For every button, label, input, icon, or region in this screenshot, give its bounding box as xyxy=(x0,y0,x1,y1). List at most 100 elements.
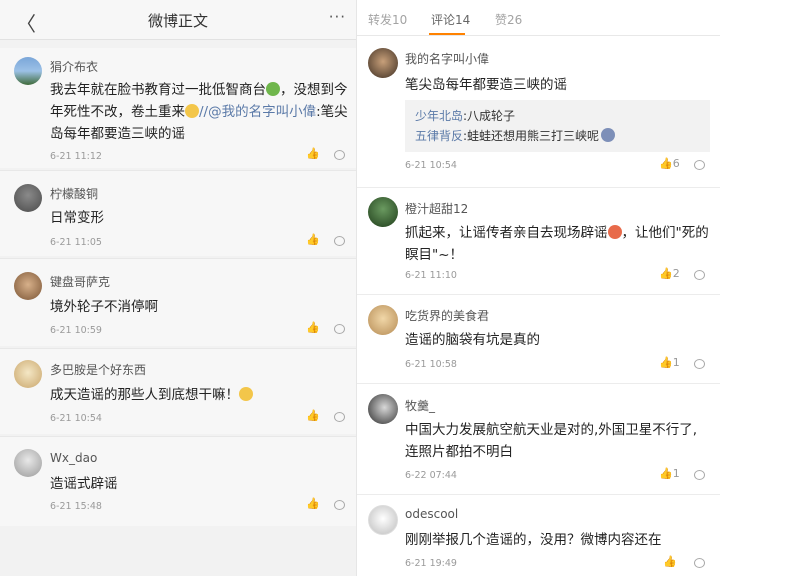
comment-timestamp: 6-21 11:05 xyxy=(50,237,102,248)
tab-comments[interactable]: 评论14 xyxy=(431,11,470,28)
reply-username[interactable]: 五律背反 xyxy=(415,129,463,143)
comment-timestamp: 6-21 15:48 xyxy=(50,501,102,512)
comment-text: 日常变形 xyxy=(50,210,104,226)
like-count: 2 xyxy=(672,267,680,280)
comment-username[interactable]: 狷介布衣 xyxy=(50,58,98,75)
user-avatar[interactable] xyxy=(14,272,42,300)
user-avatar[interactable] xyxy=(14,184,42,212)
comment-username[interactable]: 柠檬酸铜 xyxy=(50,185,98,202)
comment-timestamp: 6-21 10:59 xyxy=(50,325,102,336)
comment-item[interactable]: 我的名字叫小偉 笔尖岛每年都要造三峡的谣 少年北岛:八成轮子 五律背反:蛙蛙还想… xyxy=(357,38,720,186)
comment-item[interactable]: 狷介布衣 我去年就在脸书教育过一批低智商台 ，没想到今年死性不改，卷土重来//@我… xyxy=(0,48,356,168)
comment-bubble-icon[interactable] xyxy=(694,470,705,480)
comment-text: 中国大力发展航空航天业是对的,外国卫星不行了,连照片都拍不明白 xyxy=(405,422,698,460)
comment-bubble-icon[interactable] xyxy=(334,500,345,510)
comment-text: 境外轮子不消停啊 xyxy=(50,299,158,315)
comment-username[interactable]: 橙汁超甜12 xyxy=(405,200,468,217)
user-avatar[interactable] xyxy=(368,505,398,535)
comment-text: 笔尖岛每年都要造三峡的谣 xyxy=(405,77,567,93)
comment-timestamp: 6-21 19:49 xyxy=(405,558,457,569)
comment-timestamp: 6-21 10:58 xyxy=(405,359,457,370)
comment-bubble-icon[interactable] xyxy=(334,236,345,246)
comment-text: 造谣式辟谣 xyxy=(50,476,118,492)
user-avatar[interactable] xyxy=(368,394,398,424)
like-glyph: 👍 xyxy=(659,267,673,280)
thumbs-up-icon[interactable]: 👍1 xyxy=(659,467,680,480)
like-glyph: 👍 xyxy=(663,555,677,568)
comment-bubble-icon[interactable] xyxy=(694,270,705,280)
user-avatar[interactable] xyxy=(14,57,42,85)
comment-item[interactable]: Wx_dao 造谣式辟谣 6-21 15:48 👍 xyxy=(0,436,356,526)
tab-likes[interactable]: 赞26 xyxy=(495,11,522,28)
comment-text: 造谣的脑袋有坑是真的 xyxy=(405,332,540,348)
comment-slash: // xyxy=(199,104,209,120)
reply-username[interactable]: 少年北岛 xyxy=(415,109,463,123)
like-count: 1 xyxy=(672,467,680,480)
comment-username[interactable]: 我的名字叫小偉 xyxy=(405,50,489,67)
thumbs-up-icon[interactable]: 👍 xyxy=(306,321,320,334)
shocked-emoji-icon xyxy=(239,387,253,401)
comment-item[interactable]: 多巴胺是个好东西 成天造谣的那些人到底想干嘛！ 6-21 10:54 👍 xyxy=(0,348,356,434)
left-screenshot-panel: 〈 微博正文 ··· 狷介布衣 我去年就在脸书教育过一批低智商台 ，没想到今年死性… xyxy=(0,0,356,576)
like-glyph: 👍 xyxy=(659,157,673,170)
user-avatar[interactable] xyxy=(14,449,42,477)
angry-emoji-icon xyxy=(607,225,622,239)
comment-username[interactable]: odescool xyxy=(405,507,458,521)
page-title: 微博正文 xyxy=(147,12,208,30)
thumbs-up-icon[interactable]: 👍 xyxy=(663,555,677,568)
thumbs-up-icon[interactable]: 👍2 xyxy=(659,267,680,280)
comment-item[interactable]: 键盘哥萨克 境外轮子不消停啊 6-21 10:59 👍 xyxy=(0,258,356,346)
comment-bubble-icon[interactable] xyxy=(694,160,705,170)
tab-reposts[interactable]: 转发10 xyxy=(368,11,407,28)
user-mention-link[interactable]: @我的名字叫小偉 xyxy=(208,104,316,120)
user-avatar[interactable] xyxy=(368,48,398,78)
thumbs-up-icon[interactable]: 👍 xyxy=(306,147,320,160)
like-glyph: 👍 xyxy=(659,467,673,480)
comment-item[interactable]: 橙汁超甜12 抓起来，让谣传者亲自去现场辟谣 ，让他们"死的瞑目"~！ 6-21 … xyxy=(357,187,720,293)
comment-text-part: 抓起来，让谣传者亲自去现场辟谣 xyxy=(405,225,608,241)
comment-username[interactable]: 牧羹_ xyxy=(405,397,435,414)
comment-bubble-icon[interactable] xyxy=(694,558,705,568)
top-nav-bar: 〈 微博正文 ··· xyxy=(0,0,356,40)
user-avatar[interactable] xyxy=(368,305,398,335)
reply-text: :蛙蛙还想用熊三打三峡呢 xyxy=(463,129,600,143)
more-options-icon[interactable]: ··· xyxy=(329,8,346,26)
comment-username[interactable]: 吃货界的美食君 xyxy=(405,307,489,324)
like-glyph: 👍 xyxy=(659,356,673,369)
comment-bubble-icon[interactable] xyxy=(334,412,345,422)
reply-text: :八成轮子 xyxy=(463,109,516,123)
comment-text: 成天造谣的那些人到底想干嘛！ xyxy=(50,384,348,406)
user-avatar[interactable] xyxy=(14,360,42,388)
reply-line: 五律背反:蛙蛙还想用熊三打三峡呢 xyxy=(415,126,700,146)
tab-bar: 转发10 评论14 赞26 xyxy=(357,0,720,36)
thumbs-up-icon[interactable]: 👍6 xyxy=(659,157,680,170)
right-screenshot-panel: 转发10 评论14 赞26 我的名字叫小偉 笔尖岛每年都要造三峡的谣 少年北岛:… xyxy=(357,0,720,576)
comment-timestamp: 6-22 07:44 xyxy=(405,470,457,481)
reply-preview-box[interactable]: 少年北岛:八成轮子 五律背反:蛙蛙还想用熊三打三峡呢 xyxy=(405,100,710,152)
thumbs-up-icon[interactable]: 👍1 xyxy=(659,356,680,369)
comment-item[interactable]: 柠檬酸铜 日常变形 6-21 11:05 👍 xyxy=(0,170,356,256)
face-emoji-icon xyxy=(601,128,616,142)
comment-item[interactable]: 吃货界的美食君 造谣的脑袋有坑是真的 6-21 10:58 👍1 xyxy=(357,294,720,382)
grin-emoji-icon xyxy=(185,104,199,118)
comment-timestamp: 6-21 10:54 xyxy=(50,413,102,424)
comment-bubble-icon[interactable] xyxy=(694,359,705,369)
comment-item[interactable]: 牧羹_ 中国大力发展航空航天业是对的,外国卫星不行了,连照片都拍不明白 6-22… xyxy=(357,383,720,493)
comment-item[interactable]: odescool 刚刚举报几个造谣的，没用？微博内容还在 6-21 19:49 … xyxy=(357,494,720,576)
comment-timestamp: 6-21 11:10 xyxy=(405,270,457,281)
thumbs-up-icon[interactable]: 👍 xyxy=(306,409,320,422)
thumbs-up-icon[interactable]: 👍 xyxy=(306,497,320,510)
comment-text-part: 我去年就在脸书教育过一批低智商台 xyxy=(50,82,266,98)
comment-timestamp: 6-21 10:54 xyxy=(405,160,457,171)
frog-emoji-icon xyxy=(266,82,280,96)
comment-username[interactable]: 键盘哥萨克 xyxy=(50,273,110,290)
comment-bubble-icon[interactable] xyxy=(334,324,345,334)
comment-text: 抓起来，让谣传者亲自去现场辟谣 ，让他们"死的瞑目"~！ xyxy=(405,222,710,266)
comment-username[interactable]: Wx_dao xyxy=(50,451,97,465)
thumbs-up-icon[interactable]: 👍 xyxy=(306,233,320,246)
comment-bubble-icon[interactable] xyxy=(334,150,345,160)
comment-username[interactable]: 多巴胺是个好东西 xyxy=(50,361,146,378)
comment-text-part: 成天造谣的那些人到底想干嘛！ xyxy=(50,387,239,403)
user-avatar[interactable] xyxy=(368,197,398,227)
comment-timestamp: 6-21 11:12 xyxy=(50,151,102,162)
